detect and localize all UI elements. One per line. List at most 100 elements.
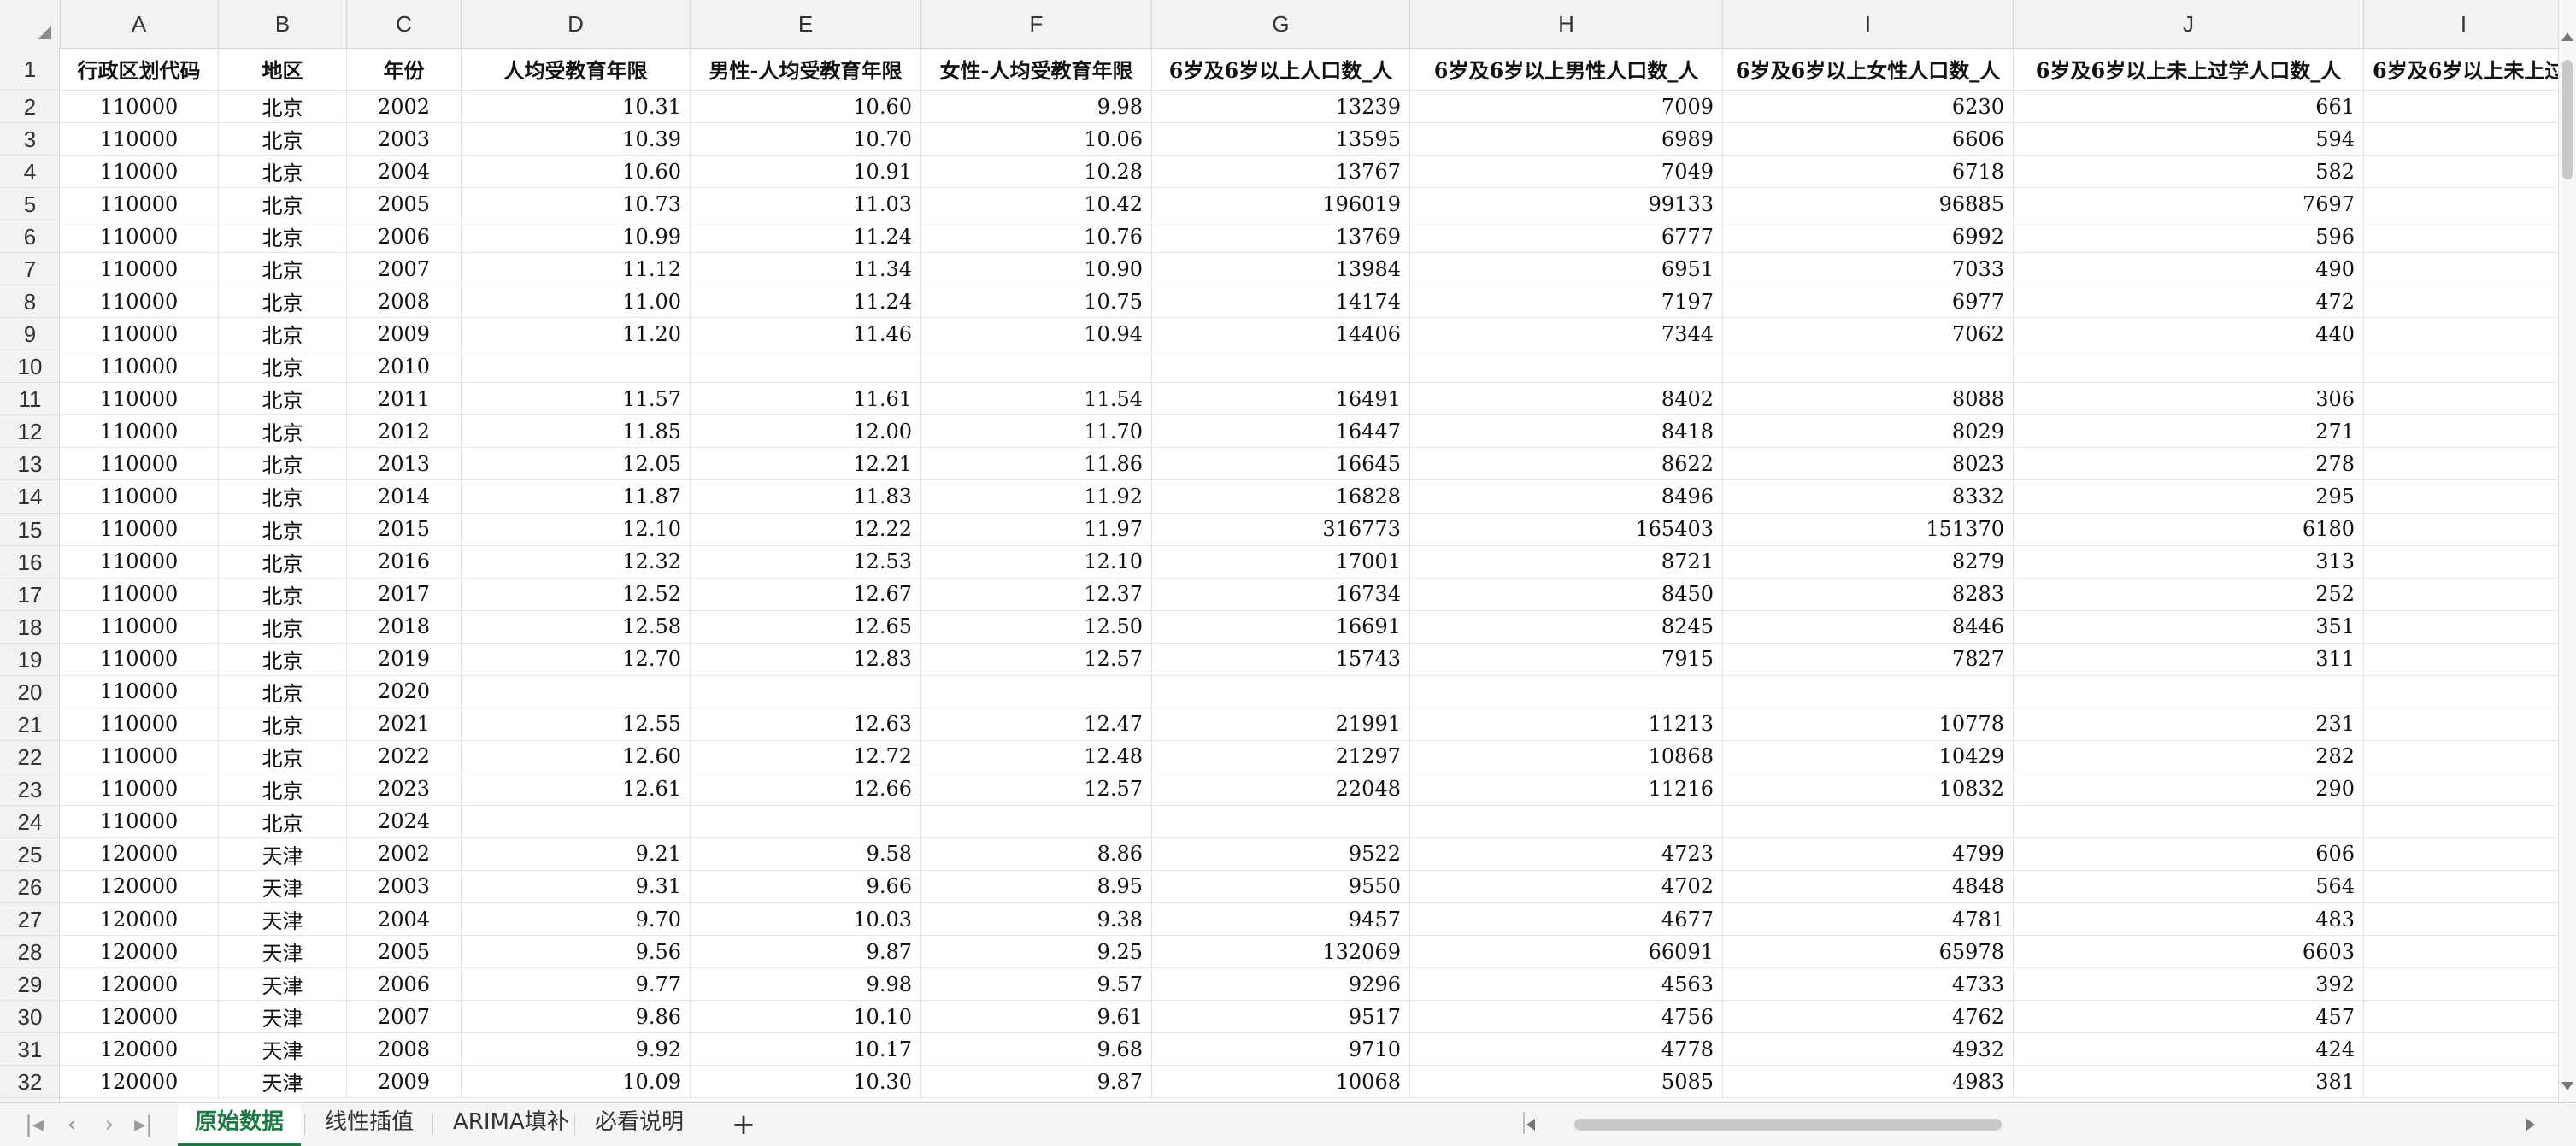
row-number[interactable]: 24 xyxy=(0,806,60,838)
table-cell[interactable] xyxy=(921,675,1152,708)
table-cell[interactable]: 110000 xyxy=(60,513,219,545)
table-cell[interactable]: 65978 xyxy=(1723,936,2014,968)
table-cell[interactable]: 6606 xyxy=(1723,123,2014,156)
table-cell[interactable]: 596 xyxy=(2014,220,2364,253)
table-cell[interactable] xyxy=(2364,415,2559,447)
horizontal-scroll-thumb[interactable] xyxy=(1574,1119,2002,1131)
table-cell[interactable]: 14406 xyxy=(1152,318,1410,350)
table-cell[interactable] xyxy=(1152,350,1410,383)
table-cell[interactable]: 10.60 xyxy=(691,91,921,123)
horizontal-scrollbar[interactable] xyxy=(1526,1114,2535,1136)
table-cell[interactable]: 120000 xyxy=(60,1033,219,1066)
table-cell[interactable]: 2006 xyxy=(347,220,462,253)
row-number[interactable]: 15 xyxy=(0,514,60,546)
row-number[interactable]: 4 xyxy=(0,156,60,189)
table-cell[interactable]: 北京 xyxy=(219,188,347,220)
table-cell[interactable]: 15743 xyxy=(1152,643,1410,675)
table-cell[interactable] xyxy=(2364,514,2559,545)
table-cell[interactable]: 11.92 xyxy=(921,480,1152,513)
table-cell[interactable] xyxy=(691,350,921,383)
header-cell[interactable]: 男性-人均受教育年限 xyxy=(691,48,921,90)
table-cell[interactable]: 8023 xyxy=(1723,448,2014,480)
table-cell[interactable]: 北京 xyxy=(219,708,347,740)
table-cell[interactable] xyxy=(2364,871,2559,902)
row-number[interactable]: 29 xyxy=(0,968,60,1002)
table-cell[interactable] xyxy=(2364,480,2559,512)
table-cell[interactable] xyxy=(2364,936,2559,967)
column-header-g[interactable]: G xyxy=(1152,0,1410,48)
header-cell[interactable]: 6岁及6岁以上未上过学人口数_人 xyxy=(2014,48,2364,90)
table-cell[interactable] xyxy=(2364,968,2559,1000)
table-cell[interactable]: 2020 xyxy=(347,675,462,708)
table-cell[interactable]: 10832 xyxy=(1723,773,2014,805)
table-cell[interactable]: 2017 xyxy=(347,578,462,610)
table-cell[interactable]: 8283 xyxy=(1723,578,2014,610)
table-cell[interactable] xyxy=(691,675,921,708)
table-cell[interactable]: 110000 xyxy=(60,91,219,123)
header-cell[interactable]: 人均受教育年限 xyxy=(462,48,691,90)
table-cell[interactable]: 11.03 xyxy=(691,188,921,220)
table-cell[interactable]: 北京 xyxy=(219,643,347,675)
table-cell[interactable]: 110000 xyxy=(60,285,219,318)
sheet-tab[interactable]: 必看说明 xyxy=(578,1103,701,1143)
table-cell[interactable]: 110000 xyxy=(60,123,219,156)
table-cell[interactable]: 北京 xyxy=(219,318,347,350)
table-cell[interactable]: 606 xyxy=(2014,837,2364,870)
table-cell[interactable]: 7062 xyxy=(1723,318,2014,350)
scroll-left-icon[interactable] xyxy=(1526,1119,1535,1131)
table-cell[interactable]: 11.34 xyxy=(691,253,921,285)
table-cell[interactable]: 2014 xyxy=(347,480,462,513)
table-cell[interactable]: 306 xyxy=(2014,383,2364,415)
column-header-d[interactable]: D xyxy=(462,0,691,48)
table-cell[interactable]: 12.61 xyxy=(462,773,691,805)
table-cell[interactable]: 9.87 xyxy=(921,1066,1152,1098)
table-cell[interactable]: 8245 xyxy=(1410,610,1723,643)
table-cell[interactable] xyxy=(462,350,691,383)
table-cell[interactable] xyxy=(2364,708,2559,740)
row-number[interactable]: 27 xyxy=(0,903,60,937)
table-cell[interactable] xyxy=(1152,675,1410,708)
table-cell[interactable]: 10.09 xyxy=(462,1066,691,1098)
row-number[interactable]: 30 xyxy=(0,1001,60,1034)
table-cell[interactable] xyxy=(2364,579,2559,610)
table-cell[interactable]: 天津 xyxy=(219,1001,347,1033)
table-cell[interactable]: 12.50 xyxy=(921,610,1152,643)
column-header-b[interactable]: B xyxy=(219,0,347,48)
table-cell[interactable]: 4778 xyxy=(1410,1033,1723,1066)
table-cell[interactable] xyxy=(1410,350,1723,383)
table-cell[interactable]: 北京 xyxy=(219,91,347,123)
table-cell[interactable]: 10.73 xyxy=(462,188,691,220)
table-cell[interactable]: 110000 xyxy=(60,610,219,643)
sheet-tab[interactable]: 线性插值 xyxy=(308,1103,431,1143)
table-cell[interactable]: 4677 xyxy=(1410,903,1723,936)
table-cell[interactable] xyxy=(2364,773,2559,805)
table-cell[interactable]: 110000 xyxy=(60,383,219,415)
table-cell[interactable]: 6951 xyxy=(1410,253,1723,285)
prev-sheet-icon[interactable]: ‹ xyxy=(56,1103,87,1146)
row-number[interactable]: 26 xyxy=(0,871,60,903)
table-cell[interactable]: 11216 xyxy=(1410,773,1723,805)
table-cell[interactable]: 9710 xyxy=(1152,1033,1410,1066)
table-cell[interactable]: 13769 xyxy=(1152,220,1410,253)
table-cell[interactable]: 2010 xyxy=(347,350,462,383)
header-cell[interactable]: 6岁及6岁以上男性人口数_人 xyxy=(1410,48,1723,90)
table-cell[interactable]: 99133 xyxy=(1410,188,1723,220)
header-cell[interactable]: 6岁及6岁以上人口数_人 xyxy=(1152,48,1410,90)
table-cell[interactable]: 4563 xyxy=(1410,968,1723,1001)
table-cell[interactable]: 12.55 xyxy=(462,708,691,740)
table-cell[interactable]: 110000 xyxy=(60,773,219,805)
table-cell[interactable]: 472 xyxy=(2014,285,2364,318)
table-cell[interactable]: 12.48 xyxy=(921,740,1152,773)
table-cell[interactable] xyxy=(2364,123,2559,155)
table-cell[interactable]: 北京 xyxy=(219,383,347,415)
table-cell[interactable] xyxy=(1410,675,1723,708)
table-cell[interactable]: 7197 xyxy=(1410,285,1723,318)
table-cell[interactable]: 16828 xyxy=(1152,480,1410,513)
table-cell[interactable]: 10.30 xyxy=(691,1066,921,1098)
table-cell[interactable]: 120000 xyxy=(60,1001,219,1033)
table-cell[interactable]: 10.91 xyxy=(691,156,921,188)
table-cell[interactable]: 9.70 xyxy=(462,903,691,936)
table-cell[interactable]: 12.57 xyxy=(921,773,1152,805)
table-cell[interactable]: 11.24 xyxy=(691,285,921,318)
table-cell[interactable] xyxy=(2014,350,2364,383)
